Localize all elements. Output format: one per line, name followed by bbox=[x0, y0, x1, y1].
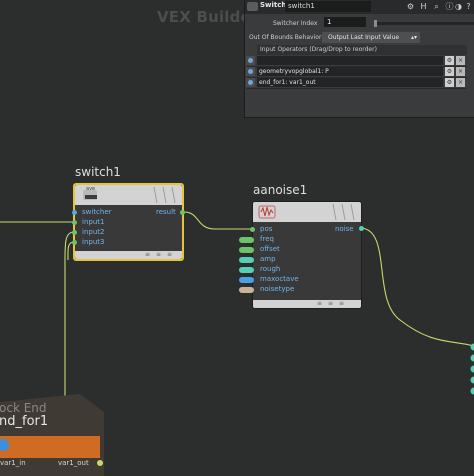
aanoise-maxoctave-port[interactable] bbox=[239, 277, 254, 283]
switch-input-switcher-label: switcher bbox=[82, 208, 112, 216]
aanoise-freq-port[interactable] bbox=[239, 237, 254, 243]
out-of-bounds-value: Output Last Input Value bbox=[328, 34, 400, 41]
aanoise-offset-label: offset bbox=[260, 245, 280, 253]
switch-input-switcher-port[interactable] bbox=[72, 210, 77, 215]
block-end-input-label: var1_in bbox=[0, 459, 26, 467]
switch-input1-label: input1 bbox=[82, 218, 105, 226]
input-operator-field[interactable]: geometryvopglobal1: P bbox=[257, 67, 443, 76]
help-icon[interactable]: H bbox=[418, 1, 429, 12]
edge-port-2[interactable] bbox=[470, 354, 474, 362]
remove-icon[interactable]: × bbox=[456, 67, 465, 76]
wire-noise-to-right[interactable] bbox=[360, 227, 474, 347]
out-of-bounds-dropdown[interactable]: Output Last Input Value ▴▾ bbox=[322, 32, 420, 43]
switch-input2-label: input2 bbox=[82, 228, 105, 236]
switcher-index-slider[interactable] bbox=[374, 20, 474, 28]
block-end-output-dot[interactable] bbox=[97, 460, 103, 466]
switch-node-header[interactable]: ave bbox=[75, 185, 182, 205]
aanoise-output-label: noise bbox=[335, 225, 354, 233]
aanoise-node-header[interactable] bbox=[253, 202, 361, 222]
radio-dot-icon[interactable] bbox=[246, 56, 255, 65]
switch-input3-label: input3 bbox=[82, 238, 105, 246]
edge-port-4[interactable] bbox=[470, 376, 474, 384]
gear-icon[interactable]: ⚙ bbox=[405, 1, 416, 12]
switch-header-badge: ave bbox=[86, 186, 96, 192]
switch-node-footer: ≡≡≡ bbox=[75, 251, 182, 259]
switch-input2-port[interactable] bbox=[72, 230, 77, 235]
aanoise-output-port[interactable] bbox=[359, 226, 364, 231]
input-operator-field[interactable]: end_for1: var1_out bbox=[257, 78, 443, 87]
edge-port-1[interactable] bbox=[470, 343, 474, 351]
switch-input1-port[interactable] bbox=[72, 220, 77, 225]
radio-dot-icon[interactable] bbox=[246, 78, 255, 87]
input-operator-row[interactable]: ⚙ × bbox=[246, 56, 467, 67]
block-end-title: ock End bbox=[0, 401, 47, 415]
input-operator-row[interactable]: end_for1: var1_out ⚙ × bbox=[246, 78, 467, 89]
aanoise-offset-port[interactable] bbox=[239, 247, 254, 253]
node-name-field[interactable]: switch1 bbox=[285, 1, 371, 12]
aanoise-pos-label: pos bbox=[260, 225, 273, 233]
switcher-index-field[interactable]: 1 bbox=[324, 17, 366, 27]
aanoise-maxoctave-label: maxoctave bbox=[260, 275, 299, 283]
aanoise-noisetype-label: noisetype bbox=[260, 285, 295, 293]
aanoise-rough-label: rough bbox=[260, 265, 281, 273]
switcher-index-label: Switcher Index bbox=[273, 20, 318, 27]
help-question-icon[interactable]: ? bbox=[463, 1, 474, 12]
gear-icon[interactable]: ⚙ bbox=[445, 67, 454, 76]
out-of-bounds-label: Out Of Bounds Behavior bbox=[249, 34, 322, 41]
remove-icon[interactable]: × bbox=[456, 56, 465, 65]
aanoise-node-name: aanoise1 bbox=[253, 183, 308, 197]
switch-input3-port[interactable] bbox=[72, 240, 77, 245]
gear-icon[interactable]: ⚙ bbox=[445, 78, 454, 87]
input-operator-row[interactable]: geometryvopglobal1: P ⚙ × bbox=[246, 67, 467, 78]
remove-icon[interactable]: × bbox=[456, 78, 465, 87]
block-end-header bbox=[0, 436, 100, 458]
aanoise-pos-port[interactable] bbox=[250, 227, 255, 232]
switch-output-port[interactable] bbox=[180, 210, 185, 215]
input-operator-field[interactable] bbox=[257, 56, 443, 65]
noise-wave-icon bbox=[258, 203, 355, 221]
offscreen-node-ports[interactable] bbox=[470, 343, 474, 395]
aanoise-freq-label: freq bbox=[260, 235, 274, 243]
switch-output-label: result bbox=[156, 208, 176, 216]
edge-port-3[interactable] bbox=[470, 365, 474, 373]
wire-switch-to-noise[interactable] bbox=[183, 211, 252, 230]
block-end-name: nd_for1 bbox=[0, 414, 49, 429]
search-icon[interactable]: ⌕ bbox=[431, 1, 442, 12]
aanoise-node-footer: ≡≡≡ bbox=[253, 300, 361, 308]
node-footer-dashes-icon: ≡≡≡ bbox=[145, 251, 179, 258]
edge-port-5[interactable] bbox=[470, 387, 474, 395]
dropdown-arrow-icon: ▴▾ bbox=[410, 34, 417, 41]
switch-node-name: switch1 bbox=[75, 165, 121, 179]
aanoise-noisetype-port[interactable] bbox=[239, 287, 254, 293]
aanoise-rough-port[interactable] bbox=[239, 267, 254, 273]
block-end-output-label: var1_out bbox=[58, 459, 89, 467]
node-type-icon bbox=[247, 2, 258, 11]
radio-dot-icon[interactable] bbox=[246, 67, 255, 76]
aanoise-amp-label: amp bbox=[260, 255, 276, 263]
parameter-panel-header: Switch switch1 ⚙ H ⌕ ⓘ ◑ ? bbox=[245, 0, 474, 14]
input-operators-list: Input Operators (Drag/Drop to reorder) ⚙… bbox=[246, 45, 467, 117]
node-footer-dashes-icon: ≡≡≡ bbox=[317, 300, 351, 307]
gear-icon[interactable]: ⚙ bbox=[445, 56, 454, 65]
node-type-label: Switch bbox=[260, 1, 287, 9]
input-operators-header: Input Operators (Drag/Drop to reorder) bbox=[257, 45, 467, 55]
aanoise-amp-port[interactable] bbox=[239, 257, 254, 263]
